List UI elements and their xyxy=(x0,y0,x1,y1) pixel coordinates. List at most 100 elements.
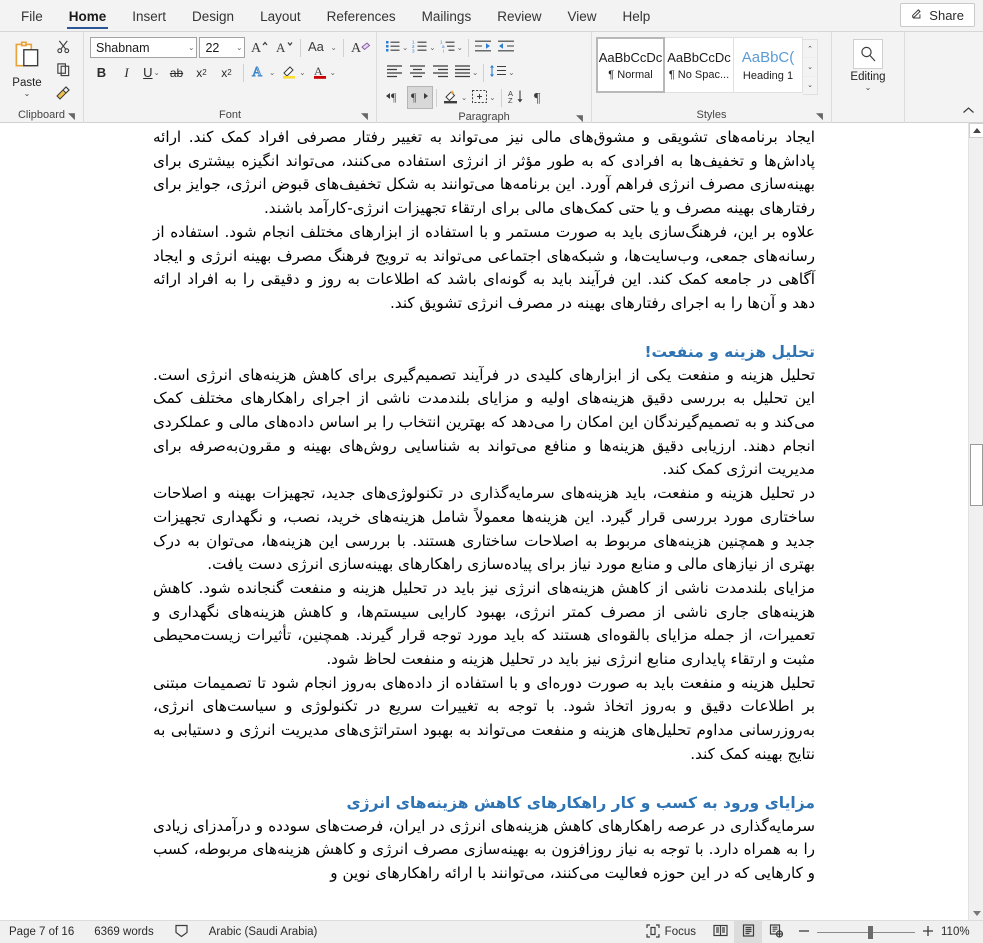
underline-button[interactable]: U ⌄ xyxy=(140,61,163,84)
bold-button[interactable]: B xyxy=(90,61,113,84)
read-mode-button[interactable] xyxy=(706,921,734,943)
web-layout-button[interactable] xyxy=(762,921,790,943)
style-heading-1[interactable]: AaBbC( Heading 1 xyxy=(734,37,803,93)
rtl-text-direction-button[interactable]: ¶ xyxy=(407,86,433,109)
chevron-down-icon[interactable]: ⌄ xyxy=(865,84,872,92)
align-center-button[interactable] xyxy=(406,61,429,84)
sort-button[interactable]: AZ xyxy=(505,86,528,109)
page-indicator[interactable]: Page 7 of 16 xyxy=(0,926,84,938)
proofing-status[interactable] xyxy=(164,924,199,941)
tab-home[interactable]: Home xyxy=(56,1,120,31)
copy-button[interactable] xyxy=(50,61,76,83)
style-no-spacing[interactable]: AaBbCcDc ¶ No Spac... xyxy=(665,37,734,93)
line-spacing-icon xyxy=(489,64,507,81)
increase-indent-button[interactable] xyxy=(495,36,518,59)
clipboard-group-label: Clipboard ◥ xyxy=(4,108,79,123)
svg-text:A: A xyxy=(351,41,362,55)
tab-mailings[interactable]: Mailings xyxy=(409,1,485,31)
tab-label: Layout xyxy=(260,8,301,24)
tab-insert[interactable]: Insert xyxy=(119,1,179,31)
style-name: Heading 1 xyxy=(742,69,794,82)
tab-help[interactable]: Help xyxy=(610,1,664,31)
cut-button[interactable] xyxy=(50,38,76,60)
font-size-combo[interactable]: 22 ⌄ xyxy=(199,37,246,58)
decrease-indent-button[interactable] xyxy=(472,36,495,59)
tab-references[interactable]: References xyxy=(314,1,409,31)
line-spacing-button[interactable]: ⌄ xyxy=(487,61,516,84)
font-name-combo[interactable]: Shabnam ⌄ xyxy=(90,37,198,58)
bold-label: B xyxy=(96,65,107,80)
styles-scroll-down-button[interactable]: ⌄ xyxy=(803,58,817,77)
chevron-down-icon[interactable]: ⌄ xyxy=(24,90,31,98)
tab-label: Design xyxy=(192,8,235,24)
grow-font-button[interactable]: A xyxy=(247,36,270,59)
scroll-up-button[interactable] xyxy=(969,123,983,138)
language-indicator[interactable]: Arabic (Saudi Arabia) xyxy=(199,926,328,938)
show-formatting-marks-button[interactable]: ¶ xyxy=(528,86,551,109)
clear-formatting-button[interactable]: A xyxy=(349,36,372,59)
align-right-button[interactable] xyxy=(429,61,452,84)
justify-button[interactable]: ⌄ xyxy=(452,61,480,84)
multilevel-list-button[interactable]: 1ai ⌄ xyxy=(438,36,465,59)
tab-review[interactable]: Review xyxy=(484,1,554,31)
styles-gallery-nav: ⌃ ⌄ ⌄ xyxy=(803,39,818,95)
word-count[interactable]: 6369 words xyxy=(84,926,163,938)
shading-button[interactable]: ⌄ xyxy=(440,86,469,109)
text-highlight-button[interactable]: ⌄ xyxy=(279,61,307,84)
print-layout-button[interactable] xyxy=(734,920,762,943)
shrink-font-button[interactable]: A xyxy=(272,36,295,59)
tab-label: File xyxy=(21,8,43,24)
scrollbar-thumb[interactable] xyxy=(970,444,983,506)
styles-dialog-launcher[interactable]: ◥ xyxy=(814,111,825,122)
collapse-ribbon-button[interactable] xyxy=(962,106,975,118)
tab-view[interactable]: View xyxy=(554,1,609,31)
zoom-slider-track xyxy=(817,931,915,933)
superscript-button[interactable]: x2 xyxy=(215,61,238,84)
chevron-down-icon: ⌄ xyxy=(330,43,337,52)
document-content[interactable]: ایجاد برنامه‌های تشویقی و مشوق‌های مالی … xyxy=(153,123,815,886)
change-case-icon: Aa xyxy=(308,38,330,57)
bullet-list-icon xyxy=(385,39,401,56)
strikethrough-button[interactable]: ab xyxy=(165,61,188,84)
focus-mode-button[interactable]: Focus xyxy=(636,923,706,941)
subscript-button[interactable]: x2 xyxy=(190,61,213,84)
chevron-down-icon: ⌄ xyxy=(269,68,276,77)
align-left-button[interactable] xyxy=(383,61,406,84)
font-color-button[interactable]: A ⌄ xyxy=(310,61,338,84)
language-label: Arabic (Saudi Arabia) xyxy=(208,926,318,938)
borders-button[interactable]: ⌄ xyxy=(469,86,497,109)
paragraph: ایجاد برنامه‌های تشویقی و مشوق‌های مالی … xyxy=(153,128,815,218)
vertical-scrollbar[interactable] xyxy=(968,123,983,920)
change-case-button[interactable]: Aa ⌄ xyxy=(306,36,338,59)
share-button[interactable]: Share xyxy=(900,3,975,27)
divider xyxy=(300,38,302,57)
style-normal[interactable]: AaBbCcDc ¶ Normal xyxy=(596,37,665,93)
divider xyxy=(483,63,485,82)
font-size-value: 22 xyxy=(205,40,220,55)
text-effects-button[interactable]: A ⌄ xyxy=(249,61,277,84)
document-page[interactable]: ایجاد برنامه‌های تشویقی و مشوق‌های مالی … xyxy=(0,123,968,920)
zoom-in-button[interactable] xyxy=(922,925,934,940)
numbering-button[interactable]: 123 ⌄ xyxy=(410,36,437,59)
font-dialog-launcher[interactable]: ◥ xyxy=(359,111,370,122)
zoom-slider-handle[interactable] xyxy=(868,925,873,939)
format-painter-button[interactable] xyxy=(50,84,76,106)
align-center-icon xyxy=(409,64,426,81)
styles-more-button[interactable]: ⌄ xyxy=(803,77,817,94)
tab-file[interactable]: File xyxy=(8,1,56,31)
bullets-button[interactable]: ⌄ xyxy=(383,36,410,59)
ltr-text-direction-button[interactable]: ¶ xyxy=(383,86,407,109)
italic-button[interactable]: I xyxy=(115,61,138,84)
chevron-down-icon: ⌄ xyxy=(508,68,515,77)
clipboard-dialog-launcher[interactable]: ◥ xyxy=(66,111,77,122)
scroll-down-button[interactable] xyxy=(969,905,983,920)
tab-layout[interactable]: Layout xyxy=(247,1,314,31)
zoom-slider[interactable] xyxy=(817,921,915,943)
paste-button[interactable]: Paste ⌄ xyxy=(4,35,50,108)
tab-design[interactable]: Design xyxy=(179,1,247,31)
styles-scroll-up-button[interactable]: ⌃ xyxy=(803,40,817,59)
zoom-out-button[interactable] xyxy=(798,925,810,940)
editing-button[interactable]: Editing ⌄ xyxy=(836,35,900,108)
show-formatting-marks-icon: ¶ xyxy=(532,89,546,107)
